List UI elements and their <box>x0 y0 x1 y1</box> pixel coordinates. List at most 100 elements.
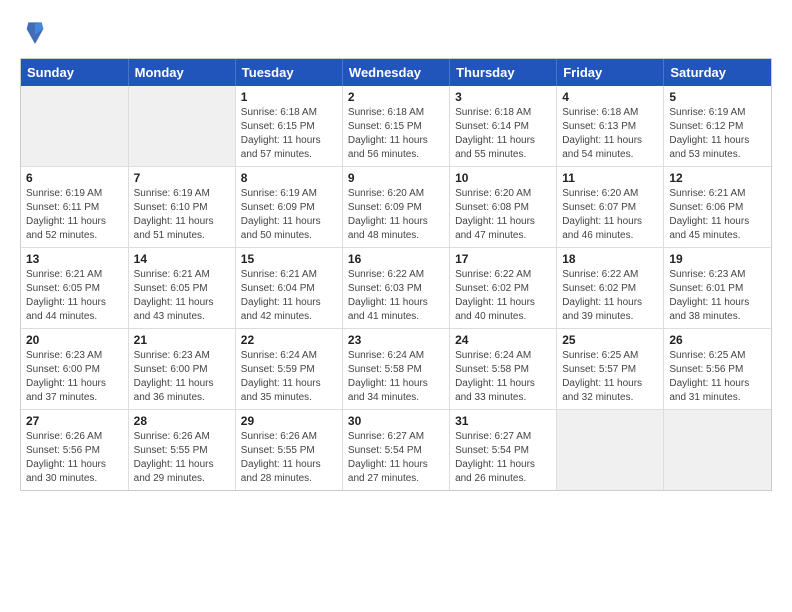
day-info: Sunrise: 6:24 AM Sunset: 5:59 PM Dayligh… <box>241 349 337 405</box>
calendar-cell <box>21 86 128 167</box>
calendar-cell: 19 Sunrise: 6:23 AM Sunset: 6:01 PM Dayli… <box>664 248 771 329</box>
day-info: Sunrise: 6:27 AM Sunset: 5:54 PM Dayligh… <box>348 430 444 486</box>
day-number: 27 <box>26 414 123 428</box>
header-day-friday: Friday <box>557 59 664 86</box>
day-info: Sunrise: 6:26 AM Sunset: 5:56 PM Dayligh… <box>26 430 123 486</box>
day-info: Sunrise: 6:19 AM Sunset: 6:10 PM Dayligh… <box>134 187 230 243</box>
day-number: 25 <box>562 333 658 347</box>
header-day-saturday: Saturday <box>664 59 771 86</box>
calendar-cell: 27 Sunrise: 6:26 AM Sunset: 5:56 PM Dayli… <box>21 410 128 491</box>
calendar-cell: 17 Sunrise: 6:22 AM Sunset: 6:02 PM Dayli… <box>450 248 557 329</box>
day-number: 29 <box>241 414 337 428</box>
calendar-cell: 29 Sunrise: 6:26 AM Sunset: 5:55 PM Dayli… <box>235 410 342 491</box>
day-info: Sunrise: 6:23 AM Sunset: 6:00 PM Dayligh… <box>26 349 123 405</box>
header-day-sunday: Sunday <box>21 59 128 86</box>
calendar-cell: 11 Sunrise: 6:20 AM Sunset: 6:07 PM Dayli… <box>557 167 664 248</box>
day-info: Sunrise: 6:23 AM Sunset: 6:01 PM Dayligh… <box>669 268 766 324</box>
day-number: 30 <box>348 414 444 428</box>
calendar-cell: 2 Sunrise: 6:18 AM Sunset: 6:15 PM Daylig… <box>342 86 449 167</box>
day-info: Sunrise: 6:21 AM Sunset: 6:06 PM Dayligh… <box>669 187 766 243</box>
calendar-cell: 22Sunrise: 6:24 AM Sunset: 5:59 PM Dayli… <box>235 329 342 410</box>
day-number: 5 <box>669 90 766 104</box>
day-number: 1 <box>241 90 337 104</box>
week-row-5: 27 Sunrise: 6:26 AM Sunset: 5:56 PM Dayli… <box>21 410 771 491</box>
day-number: 16 <box>348 252 444 266</box>
calendar-cell <box>557 410 664 491</box>
calendar-cell: 23Sunrise: 6:24 AM Sunset: 5:58 PM Dayli… <box>342 329 449 410</box>
calendar-cell: 26 Sunrise: 6:25 AM Sunset: 5:56 PM Dayli… <box>664 329 771 410</box>
day-number: 7 <box>134 171 230 185</box>
calendar-cell <box>664 410 771 491</box>
logo <box>25 20 49 48</box>
day-info: Sunrise: 6:25 AM Sunset: 5:56 PM Dayligh… <box>669 349 766 405</box>
week-row-2: 6Sunrise: 6:19 AM Sunset: 6:11 PM Daylig… <box>21 167 771 248</box>
week-row-1: 1 Sunrise: 6:18 AM Sunset: 6:15 PM Daylig… <box>21 86 771 167</box>
calendar-cell: 10Sunrise: 6:20 AM Sunset: 6:08 PM Dayli… <box>450 167 557 248</box>
day-number: 19 <box>669 252 766 266</box>
day-number: 11 <box>562 171 658 185</box>
calendar-header: SundayMondayTuesdayWednesdayThursdayFrid… <box>21 59 771 86</box>
calendar-cell: 16Sunrise: 6:22 AM Sunset: 6:03 PM Dayli… <box>342 248 449 329</box>
day-info: Sunrise: 6:20 AM Sunset: 6:09 PM Dayligh… <box>348 187 444 243</box>
calendar-cell: 24 Sunrise: 6:24 AM Sunset: 5:58 PM Dayli… <box>450 329 557 410</box>
calendar-cell: 13Sunrise: 6:21 AM Sunset: 6:05 PM Dayli… <box>21 248 128 329</box>
day-info: Sunrise: 6:26 AM Sunset: 5:55 PM Dayligh… <box>134 430 230 486</box>
week-row-3: 13Sunrise: 6:21 AM Sunset: 6:05 PM Dayli… <box>21 248 771 329</box>
day-number: 28 <box>134 414 230 428</box>
calendar-cell: 14 Sunrise: 6:21 AM Sunset: 6:05 PM Dayli… <box>128 248 235 329</box>
day-number: 4 <box>562 90 658 104</box>
calendar-cell: 21 Sunrise: 6:23 AM Sunset: 6:00 PM Dayli… <box>128 329 235 410</box>
day-info: Sunrise: 6:18 AM Sunset: 6:15 PM Dayligh… <box>348 106 444 162</box>
day-info: Sunrise: 6:18 AM Sunset: 6:13 PM Dayligh… <box>562 106 658 162</box>
day-info: Sunrise: 6:20 AM Sunset: 6:07 PM Dayligh… <box>562 187 658 243</box>
day-info: Sunrise: 6:24 AM Sunset: 5:58 PM Dayligh… <box>455 349 551 405</box>
calendar-cell: 3 Sunrise: 6:18 AM Sunset: 6:14 PM Daylig… <box>450 86 557 167</box>
day-number: 31 <box>455 414 551 428</box>
calendar-cell <box>128 86 235 167</box>
day-number: 12 <box>669 171 766 185</box>
calendar-body: 1 Sunrise: 6:18 AM Sunset: 6:15 PM Daylig… <box>21 86 771 490</box>
day-info: Sunrise: 6:19 AM Sunset: 6:12 PM Dayligh… <box>669 106 766 162</box>
calendar-cell: 8 Sunrise: 6:19 AM Sunset: 6:09 PM Daylig… <box>235 167 342 248</box>
header-day-thursday: Thursday <box>450 59 557 86</box>
header-day-tuesday: Tuesday <box>235 59 342 86</box>
day-number: 21 <box>134 333 230 347</box>
day-info: Sunrise: 6:21 AM Sunset: 6:05 PM Dayligh… <box>134 268 230 324</box>
calendar-cell: 12 Sunrise: 6:21 AM Sunset: 6:06 PM Dayli… <box>664 167 771 248</box>
day-number: 8 <box>241 171 337 185</box>
day-info: Sunrise: 6:18 AM Sunset: 6:14 PM Dayligh… <box>455 106 551 162</box>
day-info: Sunrise: 6:22 AM Sunset: 6:02 PM Dayligh… <box>562 268 658 324</box>
header-day-wednesday: Wednesday <box>342 59 449 86</box>
calendar-cell: 9 Sunrise: 6:20 AM Sunset: 6:09 PM Daylig… <box>342 167 449 248</box>
day-info: Sunrise: 6:23 AM Sunset: 6:00 PM Dayligh… <box>134 349 230 405</box>
day-info: Sunrise: 6:26 AM Sunset: 5:55 PM Dayligh… <box>241 430 337 486</box>
day-info: Sunrise: 6:19 AM Sunset: 6:11 PM Dayligh… <box>26 187 123 243</box>
day-number: 23 <box>348 333 444 347</box>
day-info: Sunrise: 6:21 AM Sunset: 6:04 PM Dayligh… <box>241 268 337 324</box>
day-number: 26 <box>669 333 766 347</box>
day-number: 9 <box>348 171 444 185</box>
header-day-monday: Monday <box>128 59 235 86</box>
day-info: Sunrise: 6:18 AM Sunset: 6:15 PM Dayligh… <box>241 106 337 162</box>
calendar-cell: 5 Sunrise: 6:19 AM Sunset: 6:12 PM Daylig… <box>664 86 771 167</box>
day-number: 20 <box>26 333 123 347</box>
calendar-cell: 6Sunrise: 6:19 AM Sunset: 6:11 PM Daylig… <box>21 167 128 248</box>
calendar-cell: 31 Sunrise: 6:27 AM Sunset: 5:54 PM Dayli… <box>450 410 557 491</box>
day-number: 18 <box>562 252 658 266</box>
day-number: 17 <box>455 252 551 266</box>
day-info: Sunrise: 6:22 AM Sunset: 6:02 PM Dayligh… <box>455 268 551 324</box>
calendar-cell: 15Sunrise: 6:21 AM Sunset: 6:04 PM Dayli… <box>235 248 342 329</box>
calendar-cell: 18 Sunrise: 6:22 AM Sunset: 6:02 PM Dayli… <box>557 248 664 329</box>
day-info: Sunrise: 6:27 AM Sunset: 5:54 PM Dayligh… <box>455 430 551 486</box>
day-number: 3 <box>455 90 551 104</box>
week-row-4: 20 Sunrise: 6:23 AM Sunset: 6:00 PM Dayli… <box>21 329 771 410</box>
day-number: 24 <box>455 333 551 347</box>
day-info: Sunrise: 6:19 AM Sunset: 6:09 PM Dayligh… <box>241 187 337 243</box>
day-info: Sunrise: 6:25 AM Sunset: 5:57 PM Dayligh… <box>562 349 658 405</box>
day-number: 14 <box>134 252 230 266</box>
logo-icon <box>25 20 45 48</box>
day-number: 2 <box>348 90 444 104</box>
calendar-container: SundayMondayTuesdayWednesdayThursdayFrid… <box>20 58 772 491</box>
header-row: SundayMondayTuesdayWednesdayThursdayFrid… <box>21 59 771 86</box>
day-info: Sunrise: 6:21 AM Sunset: 6:05 PM Dayligh… <box>26 268 123 324</box>
